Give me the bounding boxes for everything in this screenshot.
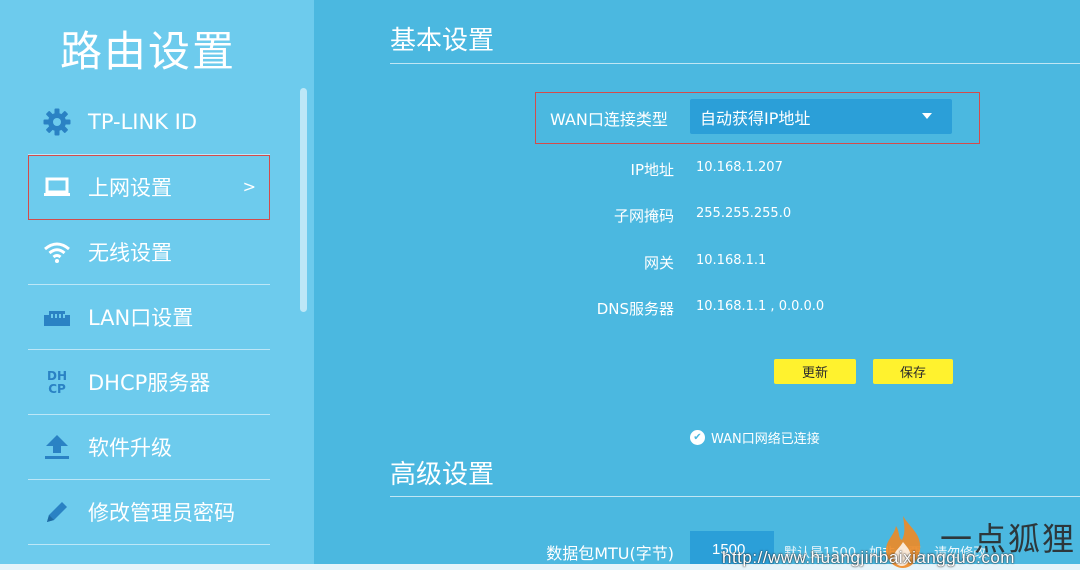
svg-text:CP: CP [48,382,66,396]
sidebar-title: 路由设置 [60,27,237,76]
caret-down-icon [922,113,932,119]
sidebar-item-label: 软件升级 [88,436,172,460]
sidebar-item-internet-settings[interactable]: 上网设置 > [28,155,270,220]
wan-type-label: WAN口连接类型 [550,110,668,129]
sidebar-item-wireless[interactable]: 无线设置 [28,220,270,285]
wan-status: ✔ WAN口网络已连接 [690,428,820,447]
svg-text:DH: DH [47,369,67,383]
basic-settings-title: 基本设置 [390,26,495,56]
wan-status-text: WAN口网络已连接 [711,432,820,447]
ip-address-value: 10.168.1.207 [696,160,783,175]
sidebar-item-label: DHCP服务器 [88,371,211,395]
sidebar-item-tplink-id[interactable]: TP-LINK ID [28,90,270,155]
sidebar: 路由设置 TP-LINK ID 上网设置 > 无线设置 LAN口设置 DH CP… [0,0,314,570]
gear-icon [40,105,74,139]
dns-server-value: 10.168.1.1 , 0.0.0.0 [696,299,825,314]
lan-port-icon [40,300,74,334]
laptop-icon [40,170,74,204]
upload-icon [40,430,74,464]
sidebar-item-lan[interactable]: LAN口设置 [28,285,270,350]
sidebar-menu: TP-LINK ID 上网设置 > 无线设置 LAN口设置 DH CP DHCP… [28,90,270,545]
sidebar-item-label: LAN口设置 [88,306,194,330]
main-panel: 基本设置 WAN口连接类型 自动获得IP地址 IP地址 10.168.1.207… [314,0,1080,570]
sidebar-item-firmware-upgrade[interactable]: 软件升级 [28,415,270,480]
chevron-right-icon: > [242,177,256,196]
sidebar-item-dhcp[interactable]: DH CP DHCP服务器 [28,350,270,415]
sidebar-item-label: TP-LINK ID [88,110,198,134]
gateway-value: 10.168.1.1 [696,253,767,268]
dns-server-label: DNS服务器 [596,300,674,318]
subnet-mask-label: 子网掩码 [613,207,674,225]
dhcp-icon: DH CP [40,365,74,399]
wan-type-select[interactable]: 自动获得IP地址 [690,99,952,134]
sidebar-item-label: 上网设置 [88,176,172,200]
sidebar-item-admin-password[interactable]: 修改管理员密码 [28,480,270,545]
advanced-settings-divider [390,496,1080,497]
basic-settings-divider [390,63,1080,64]
ip-address-label: IP地址 [630,161,674,179]
watermark-url: http://www.huangjinbaixiangguo.com [722,548,1015,567]
wifi-icon [40,235,74,269]
subnet-mask-value: 255.255.255.0 [696,206,792,221]
advanced-settings-title: 高级设置 [390,460,495,490]
sidebar-scrollbar[interactable] [300,88,307,312]
refresh-button[interactable]: 更新 [774,359,856,384]
gateway-label: 网关 [643,254,674,272]
sidebar-item-label: 修改管理员密码 [88,501,235,525]
mtu-label: 数据包MTU(字节) [546,544,674,563]
pencil-icon [40,495,74,529]
sidebar-item-label: 无线设置 [88,241,172,265]
save-button[interactable]: 保存 [873,359,953,384]
check-circle-icon: ✔ [690,430,705,445]
wan-type-value: 自动获得IP地址 [700,108,811,128]
